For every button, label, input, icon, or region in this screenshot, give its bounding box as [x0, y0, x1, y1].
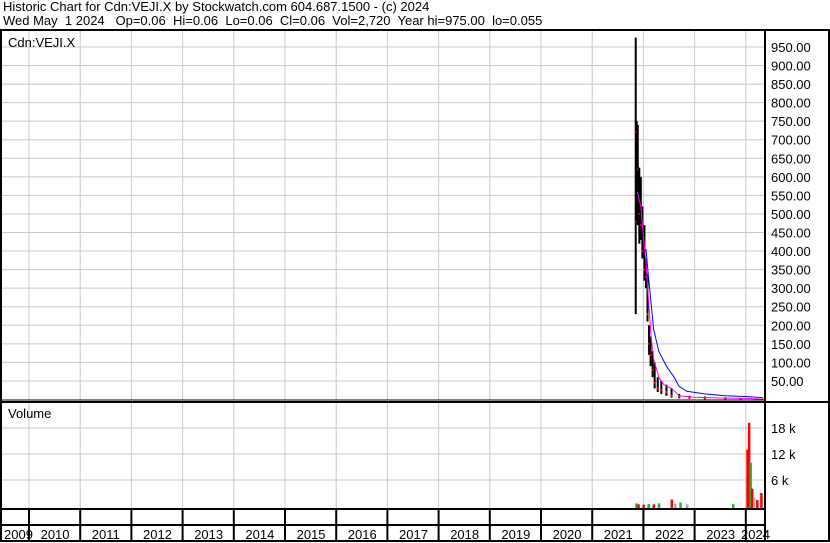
volume-bar [637, 504, 640, 508]
close-marker [641, 250, 644, 253]
price-tick-label: 450.00 [771, 226, 811, 241]
volume-bar [752, 497, 756, 508]
year-label: 2018 [450, 527, 479, 542]
price-tick-label: 750.00 [771, 114, 811, 129]
volume-tick-label: 12 k [771, 447, 796, 462]
year-label: 2017 [399, 527, 428, 542]
year-label: 2021 [604, 527, 633, 542]
price-tick-label: 900.00 [771, 59, 811, 74]
price-tick-label: 850.00 [771, 77, 811, 92]
close-marker [665, 391, 668, 394]
price-tick-label: 600.00 [771, 170, 811, 185]
close-marker [646, 313, 649, 316]
volume-tick-label: 18 k [771, 421, 796, 436]
price-tick-label: 400.00 [771, 244, 811, 259]
year-label: 2023 [706, 527, 735, 542]
ma_short-line [636, 191, 763, 400]
volume-bar [657, 503, 661, 508]
close-marker [656, 387, 659, 390]
ma_long-line [645, 249, 763, 399]
price-tick-label: 150.00 [771, 337, 811, 352]
volume-bar [732, 504, 735, 508]
year-label: 2020 [553, 527, 582, 542]
price-tick-label: 650.00 [771, 151, 811, 166]
price-tick-label: 300.00 [771, 281, 811, 296]
year-label: 2022 [655, 527, 684, 542]
price-tick-label: 950.00 [771, 40, 811, 55]
price-tick-label: 100.00 [771, 355, 811, 370]
year-label: 2009 [4, 527, 33, 542]
close-marker [653, 381, 656, 384]
close-marker [678, 396, 681, 399]
volume-bar [642, 504, 645, 508]
price-tick-label: 550.00 [771, 188, 811, 203]
volume-bar [652, 504, 656, 508]
volume-bar [674, 503, 677, 508]
volume-bar [685, 504, 689, 508]
year-label: 2011 [92, 527, 120, 542]
year-label: 2010 [41, 527, 70, 542]
stock-chart: Cdn:VEJI.X Volume 2009 2010 2011 2012 2013 20… [0, 29, 830, 542]
volume-bar [647, 503, 651, 508]
close-marker [670, 394, 673, 397]
year-label: 2024 [741, 527, 770, 542]
volume-bar [756, 499, 759, 508]
close-marker [649, 353, 652, 356]
volume-label: Volume [8, 406, 51, 421]
year-label: 2016 [348, 527, 377, 542]
price-tick-label: 350.00 [771, 263, 811, 278]
close-marker [651, 368, 654, 371]
price-tick-label: 500.00 [771, 207, 811, 222]
price-tick-label: 800.00 [771, 96, 811, 111]
price-tick-label: 200.00 [771, 318, 811, 333]
year-label: 2015 [297, 527, 326, 542]
volume-tick-label: 6 k [771, 473, 789, 488]
volume-bar [679, 502, 682, 508]
price-tick-label: 700.00 [771, 133, 811, 148]
year-label: 2014 [245, 527, 274, 542]
close-marker [660, 389, 663, 392]
volume-bar [670, 499, 674, 508]
price-tick-label: 250.00 [771, 300, 811, 315]
price-tick-label: 50.00 [771, 374, 804, 389]
year-label: 2019 [501, 527, 530, 542]
volume-bar [760, 493, 763, 508]
year-label: 2012 [143, 527, 172, 542]
chart-title: Cdn:VEJI.X [8, 35, 76, 50]
year-label: 2013 [194, 527, 223, 542]
